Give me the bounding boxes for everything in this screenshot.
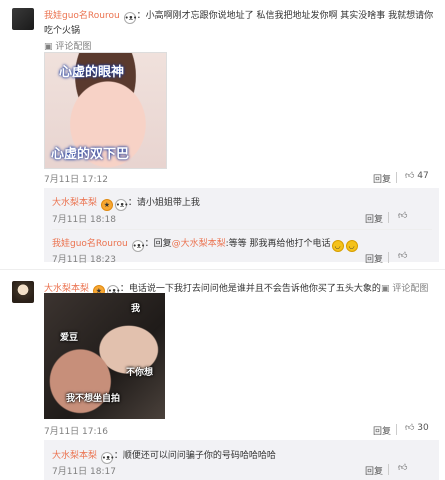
thumbs-up-icon: 👍︎ — [405, 171, 415, 181]
like-count: 47 — [417, 171, 429, 181]
panda-emoji-icon: •ᴥ• — [123, 12, 138, 24]
avatar[interactable] — [12, 8, 34, 30]
like-button[interactable]: 👍︎ — [398, 251, 407, 261]
username-link[interactable]: 我娃guo名Rourou — [44, 11, 120, 21]
image-icon: ▣ — [381, 284, 390, 294]
reply-time: 7月11日 18:18 — [52, 215, 116, 225]
thumbs-up-icon: 👍︎ — [398, 251, 408, 261]
badge-icon: ★ — [100, 199, 113, 211]
reply-button[interactable]: 回复 — [365, 464, 383, 477]
image-caption: 不你想 — [126, 368, 154, 378]
like-button[interactable]: 👍︎ 30 — [405, 423, 429, 433]
comment-time: 7月11日 17:16 — [44, 427, 108, 437]
reply-button[interactable]: 回复 — [373, 172, 391, 185]
action-divider — [388, 212, 389, 223]
panda-emoji-icon: •ᴥ• — [114, 199, 129, 211]
panda-emoji-icon: •ᴥ• — [131, 240, 146, 252]
thumbs-up-icon: 👍︎ — [405, 423, 415, 433]
like-button[interactable]: 👍︎ 47 — [405, 171, 429, 181]
panda-emoji-icon: •ᴥ• — [100, 452, 115, 464]
action-divider — [396, 424, 397, 435]
action-divider — [388, 252, 389, 263]
image-caption-bottom: 心虚的双下巴 — [51, 147, 130, 162]
like-button[interactable]: 👍︎ — [398, 211, 407, 221]
reply-text: 大水梨本梨 ★ •ᴥ•：请小姐姐带上我 — [52, 198, 200, 211]
thumbs-up-icon: 👍︎ — [398, 463, 408, 473]
reply-button[interactable]: 回复 — [365, 252, 383, 265]
review-image-label[interactable]: ▣ 评论配图 — [381, 281, 428, 294]
comment-image[interactable]: 我 爱豆 不你想 我不想坐自拍 — [44, 293, 165, 419]
image-caption: 我 — [131, 304, 141, 314]
avatar[interactable] — [12, 281, 34, 303]
comment-time: 7月11日 17:12 — [44, 175, 108, 185]
mention-link[interactable]: @大水梨本梨 — [172, 239, 226, 249]
comment-image[interactable]: 心虚的眼神 心虚的双下巴 — [44, 52, 167, 169]
image-caption-top: 心虚的眼神 — [59, 65, 125, 80]
reply-button[interactable]: 回复 — [373, 424, 391, 437]
action-divider — [396, 172, 397, 183]
username-link[interactable]: 我娃guo名Rourou — [52, 239, 128, 249]
like-count: 30 — [417, 423, 429, 433]
laugh-emoji-icon: ◡ — [345, 240, 358, 252]
reply-time: 7月11日 18:17 — [52, 467, 116, 477]
review-image-label[interactable]: ▣ 评论配图 — [44, 39, 91, 52]
comment-text: 我娃guo名Rourou •ᴥ•：小高啊刚才忘跟你说地址了 私信我把地址发你啊 … — [44, 11, 434, 36]
username-link[interactable]: 大水梨本梨 — [52, 198, 97, 208]
image-caption: 爱豆 — [60, 333, 79, 343]
image-caption: 我不想坐自拍 — [66, 394, 121, 404]
reply-divider — [52, 229, 432, 230]
like-button[interactable]: 👍︎ — [398, 463, 407, 473]
laugh-emoji-icon: ◡ — [331, 240, 344, 252]
reply-time: 7月11日 18:23 — [52, 255, 116, 265]
action-divider — [388, 464, 389, 475]
comment-divider — [0, 269, 445, 270]
username-link[interactable]: 大水梨本梨 — [52, 451, 97, 461]
reply-text: 大水梨本梨 •ᴥ•：顺便还可以问问骗子你的号码哈哈哈哈 — [52, 451, 276, 464]
thumbs-up-icon: 👍︎ — [398, 211, 408, 221]
reply-text: 我娃guo名Rourou •ᴥ•：回复@大水梨本梨:等等 那我再给他打个电话 ◡ ◡ — [52, 236, 359, 252]
reply-button[interactable]: 回复 — [365, 212, 383, 225]
image-icon: ▣ — [44, 42, 53, 52]
